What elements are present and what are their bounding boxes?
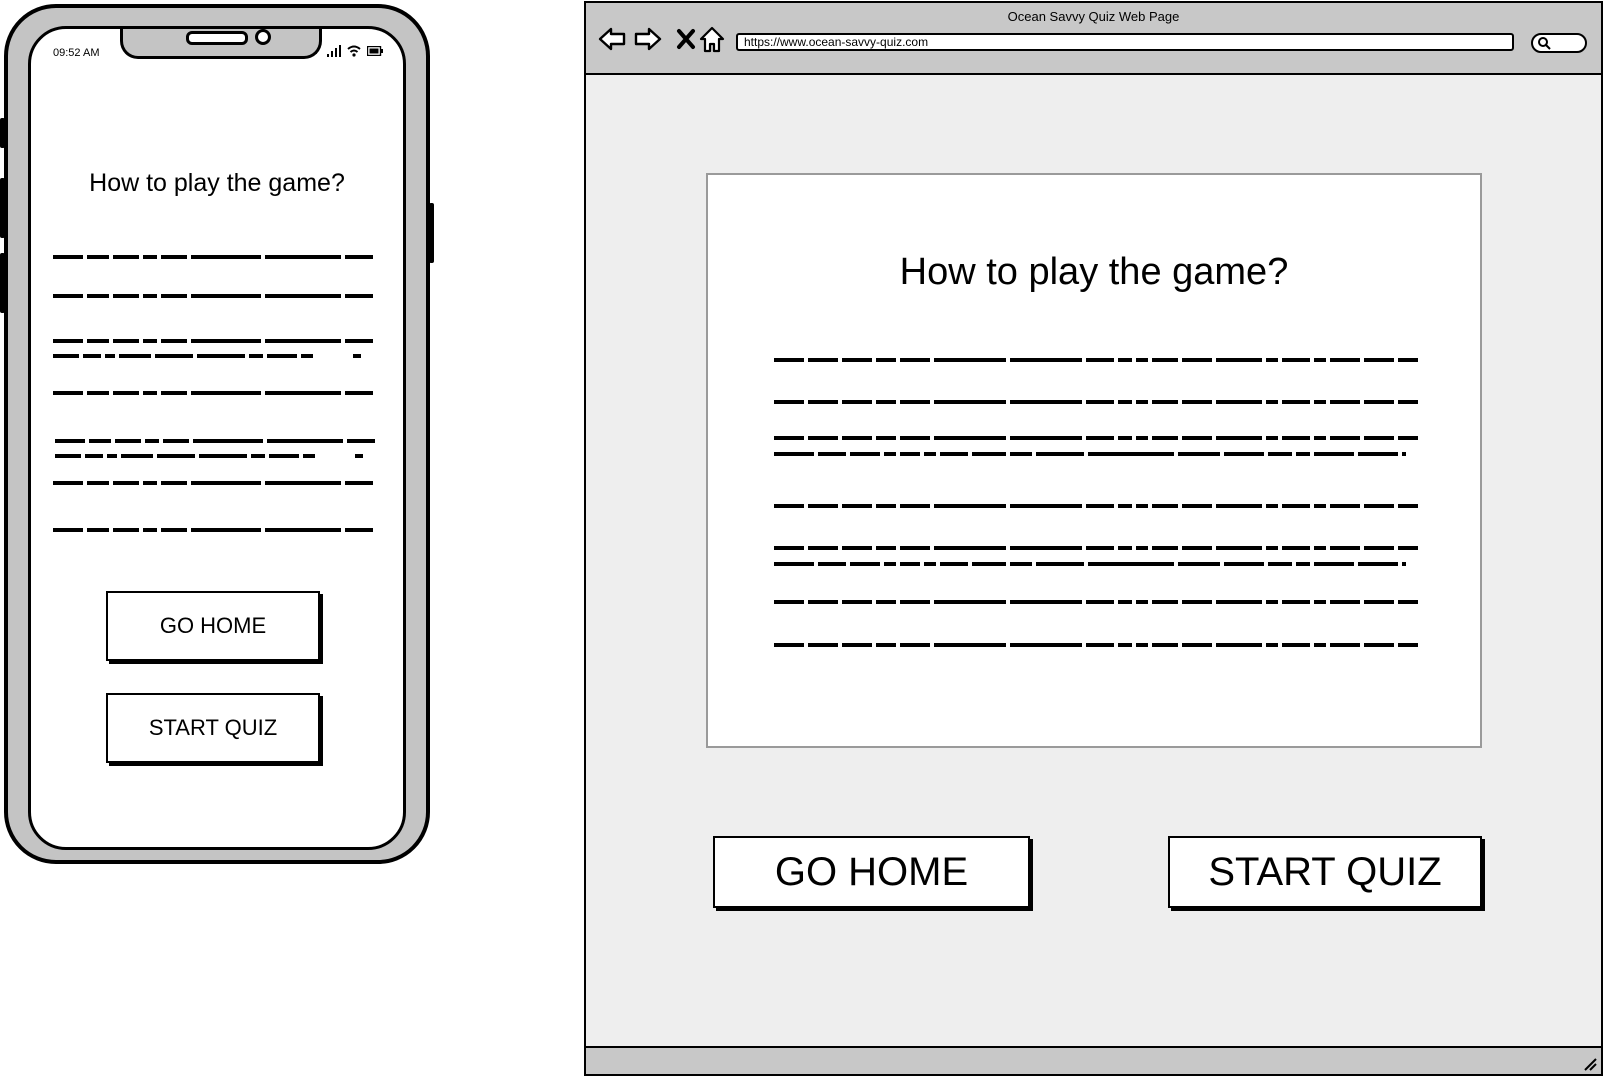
mobile-text-placeholder-line — [55, 439, 375, 443]
desktop-text-placeholder-line — [774, 436, 1418, 440]
mobile-heading: How to play the game? — [89, 169, 345, 197]
status-icons — [327, 45, 383, 57]
phone-power-button — [429, 203, 434, 263]
instructions-card: How to play the game? — [706, 173, 1482, 748]
phone-volume-down-button — [0, 253, 5, 313]
mobile-start-quiz-button[interactable]: START QUIZ — [106, 693, 320, 763]
mobile-text-placeholder-line — [53, 528, 373, 532]
search-button[interactable] — [1531, 33, 1587, 53]
status-time: 09:52 AM — [53, 47, 100, 59]
phone-camera — [255, 29, 271, 45]
mobile-text-placeholder-line — [53, 339, 373, 343]
browser-toolbar: Ocean Savvy Quiz Web Page https://www.oc… — [586, 3, 1601, 75]
mobile-text-placeholder-line — [53, 255, 373, 259]
mobile-go-home-button[interactable]: GO HOME — [106, 591, 320, 661]
close-icon[interactable] — [672, 25, 700, 53]
mobile-text-placeholder-line — [55, 454, 363, 458]
battery-icon — [367, 46, 383, 56]
desktop-text-placeholder-line — [774, 562, 1406, 566]
desktop-text-placeholder-line — [774, 546, 1418, 550]
mobile-text-placeholder-line — [53, 481, 373, 485]
desktop-text-placeholder-line — [774, 358, 1418, 362]
back-arrow-icon[interactable] — [598, 25, 626, 53]
home-icon[interactable] — [698, 25, 726, 53]
forward-arrow-icon[interactable] — [634, 25, 662, 53]
url-bar[interactable]: https://www.ocean-savvy-quiz.com — [736, 33, 1514, 51]
signal-icon — [327, 45, 341, 57]
desktop-text-placeholder-line — [774, 400, 1418, 404]
resize-grip-icon[interactable] — [1583, 1057, 1597, 1071]
mobile-text-placeholder-line — [53, 391, 373, 395]
mobile-wireframe: 09:52 AM How to play the game? GO HOME S… — [0, 4, 434, 864]
search-icon — [1538, 37, 1551, 50]
phone-speaker — [186, 31, 248, 45]
desktop-go-home-button[interactable]: GO HOME — [713, 836, 1030, 908]
window-title: Ocean Savvy Quiz Web Page — [1007, 9, 1180, 24]
desktop-heading: How to play the game? — [899, 251, 1289, 293]
phone-notch — [120, 29, 322, 59]
desktop-start-quiz-button[interactable]: START QUIZ — [1168, 836, 1482, 908]
phone-screen: 09:52 AM How to play the game? GO HOME S… — [28, 26, 406, 850]
mobile-text-placeholder-line — [53, 354, 361, 358]
phone-side-button — [0, 118, 5, 148]
desktop-text-placeholder-line — [774, 600, 1418, 604]
browser-status-bar — [586, 1046, 1601, 1074]
desktop-text-placeholder-line — [774, 643, 1418, 647]
desktop-text-placeholder-line — [774, 452, 1406, 456]
desktop-wireframe: Ocean Savvy Quiz Web Page https://www.oc… — [584, 1, 1603, 1076]
phone-volume-up-button — [0, 178, 5, 238]
mobile-text-placeholder-line — [53, 294, 373, 298]
wifi-icon — [347, 45, 361, 57]
desktop-text-placeholder-line — [774, 504, 1418, 508]
